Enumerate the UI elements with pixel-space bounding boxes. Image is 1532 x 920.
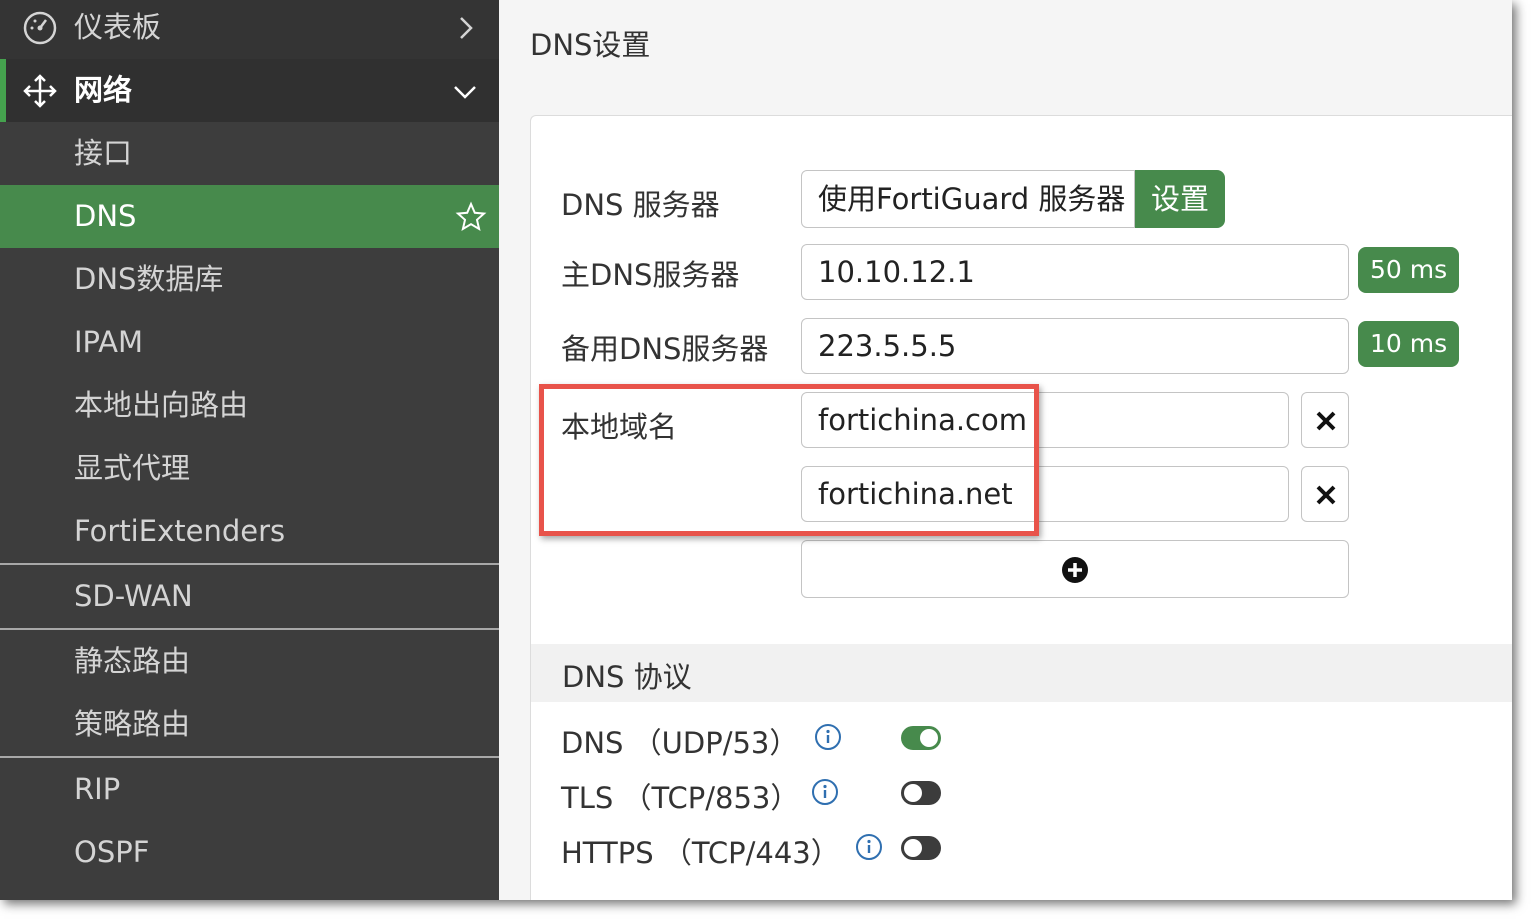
dashboard-icon (23, 11, 57, 45)
use-fortiguard-option[interactable]: 使用FortiGuard 服务器 (801, 170, 1135, 228)
close-icon (1316, 411, 1336, 431)
main-content: DNS设置 DNS 服务器 使用FortiGuard 服务器 设置 主DNS服务… (499, 0, 1512, 900)
sidebar-item-label: SD-WAN (74, 579, 193, 613)
sidebar-item-explicit-proxy[interactable]: 显式代理 (0, 437, 499, 500)
page-title: DNS设置 (530, 28, 651, 62)
sidebar-item-label: 仪表板 (74, 10, 162, 44)
section-title: DNS 协议 (562, 660, 692, 694)
sidebar-item-static-routes[interactable]: 静态路由 (0, 630, 499, 693)
info-icon[interactable] (814, 723, 842, 751)
remove-domain-button[interactable] (1301, 466, 1349, 522)
info-icon[interactable] (855, 833, 883, 861)
sidebar-item-label: FortiExtenders (74, 514, 286, 548)
app-window: 仪表板 网络 接口 DNS DNS数据库 IPAM 本地出向路由 显式代理 Fo… (0, 0, 1512, 900)
sidebar-item-fortiextenders[interactable]: FortiExtenders (0, 500, 499, 563)
remove-domain-button[interactable] (1301, 392, 1349, 448)
sidebar-item-rip[interactable]: RIP (0, 758, 499, 821)
info-icon[interactable] (811, 778, 839, 806)
network-move-icon (23, 74, 57, 108)
sidebar-item-dns[interactable]: DNS (0, 185, 499, 248)
primary-dns-field[interactable]: 10.10.12.1 (801, 244, 1349, 300)
sidebar-item-dns-database[interactable]: DNS数据库 (0, 248, 499, 311)
secondary-dns-label: 备用DNS服务器 (561, 332, 769, 366)
sidebar-item-local-out-routing[interactable]: 本地出向路由 (0, 374, 499, 437)
sidebar-item-label: RIP (74, 772, 121, 806)
sidebar: 仪表板 网络 接口 DNS DNS数据库 IPAM 本地出向路由 显式代理 Fo… (0, 0, 499, 900)
dns-protocol-section: DNS 协议 (531, 644, 1512, 702)
add-domain-button[interactable] (801, 540, 1349, 598)
sidebar-item-ospf[interactable]: OSPF (0, 821, 499, 884)
specify-option[interactable]: 设置 (1135, 170, 1225, 228)
sidebar-item-label: 显式代理 (74, 451, 191, 485)
dns-settings-panel: DNS 服务器 使用FortiGuard 服务器 设置 主DNS服务器 10.1… (530, 115, 1512, 900)
sidebar-item-label: DNS数据库 (74, 262, 224, 296)
protocol-label-tls: TLS （TCP/853） (561, 781, 800, 815)
sidebar-item-label: 本地出向路由 (74, 388, 249, 422)
close-icon (1316, 485, 1336, 505)
primary-dns-label: 主DNS服务器 (561, 258, 740, 292)
star-icon[interactable] (455, 201, 487, 233)
https-toggle[interactable] (901, 836, 941, 860)
sidebar-item-sd-wan[interactable]: SD-WAN (0, 565, 499, 628)
toggle-knob (920, 729, 938, 747)
dns-udp-toggle[interactable] (901, 726, 941, 750)
chevron-right-icon (460, 17, 473, 39)
dns-servers-label: DNS 服务器 (561, 188, 720, 222)
sidebar-item-interfaces[interactable]: 接口 (0, 122, 499, 185)
toggle-knob (904, 839, 922, 857)
sidebar-item-policy-routes[interactable]: 策略路由 (0, 693, 499, 756)
sidebar-item-network[interactable]: 网络 (0, 59, 499, 122)
sidebar-item-label: 网络 (74, 73, 133, 107)
toggle-knob (904, 784, 922, 802)
sidebar-item-label: 接口 (74, 136, 133, 170)
protocol-label-https: HTTPS （TCP/443） (561, 836, 840, 870)
secondary-dns-field[interactable]: 223.5.5.5 (801, 318, 1349, 374)
sidebar-item-dashboard[interactable]: 仪表板 (0, 0, 499, 59)
sidebar-item-label: 策略路由 (74, 707, 191, 741)
chevron-down-icon (454, 86, 476, 99)
sidebar-item-label: OSPF (74, 835, 150, 869)
sidebar-item-label: IPAM (74, 325, 144, 359)
tls-toggle[interactable] (901, 781, 941, 805)
sidebar-item-ipam[interactable]: IPAM (0, 311, 499, 374)
sidebar-item-label: DNS (74, 199, 137, 233)
protocol-label-dns: DNS （UDP/53） (561, 726, 799, 760)
primary-latency-badge: 50 ms (1358, 247, 1460, 293)
sidebar-item-label: 静态路由 (74, 644, 191, 678)
secondary-latency-badge: 10 ms (1358, 321, 1460, 367)
highlight-annotation (539, 384, 1039, 536)
plus-circle-icon (1062, 557, 1088, 583)
